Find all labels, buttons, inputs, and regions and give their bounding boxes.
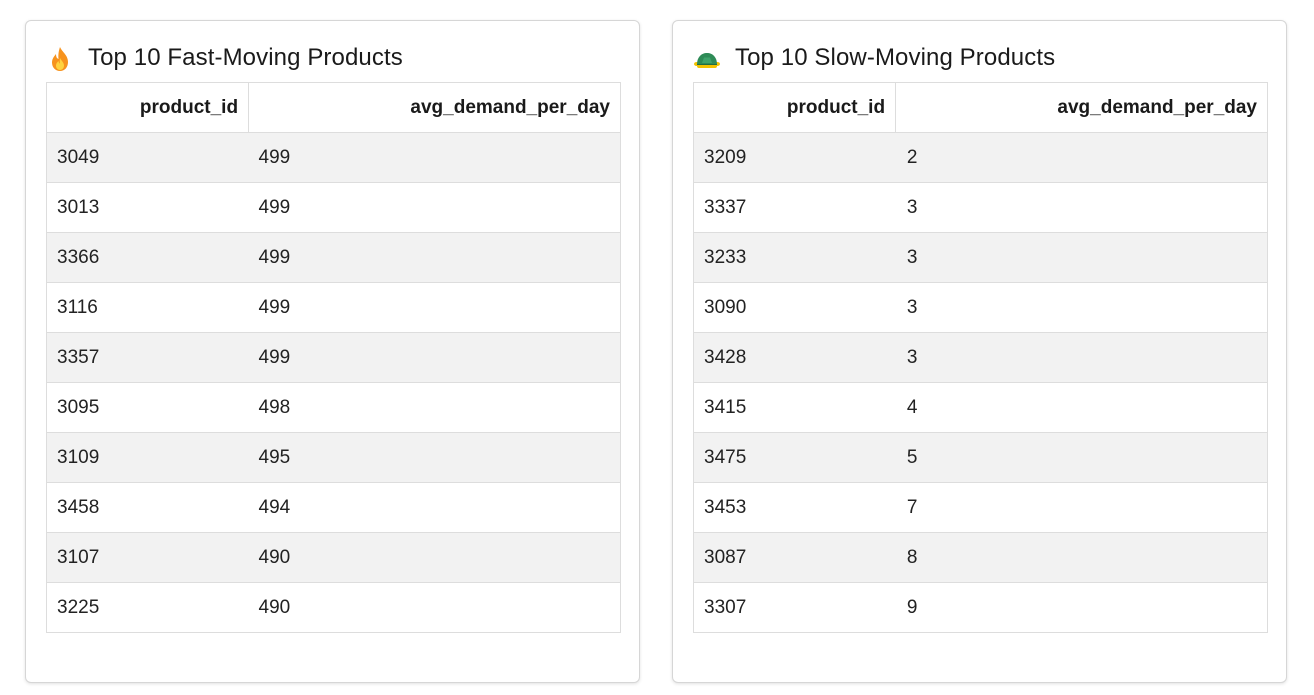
product-id-cell: 3107 <box>46 532 249 583</box>
table-header-row: product_id avg_demand_per_day <box>693 82 1268 133</box>
table-row: 3357 499 <box>46 332 621 383</box>
table-row: 3415 4 <box>693 382 1268 433</box>
column-header-product-id[interactable]: product_id <box>46 82 249 133</box>
avg-demand-value: 2 <box>906 146 918 168</box>
avg-demand-cell: 499 <box>248 282 621 333</box>
avg-demand-value: 3 <box>906 346 918 368</box>
table-row: 3337 3 <box>693 182 1268 233</box>
table-row: 3475 5 <box>693 432 1268 483</box>
product-id-cell: 3090 <box>693 282 896 333</box>
fast-moving-title-text: Top 10 Fast-Moving Products <box>88 44 403 71</box>
avg-demand-cell: 498 <box>248 382 621 433</box>
column-header-product-id[interactable]: product_id <box>693 82 896 133</box>
product-id-cell: 3233 <box>693 232 896 283</box>
avg-demand-cell: 2 <box>895 132 1268 183</box>
avg-demand-cell: 4 <box>895 382 1268 433</box>
product-id-cell: 3337 <box>693 182 896 233</box>
avg-demand-cell: 3 <box>895 282 1268 333</box>
table-row: 3013 499 <box>46 182 621 233</box>
table-row: 3307 9 <box>693 582 1268 633</box>
slow-moving-table: product_id avg_demand_per_day 3209 2 333… <box>693 82 1268 633</box>
avg-demand-cell: 3 <box>895 332 1268 383</box>
product-id-cell: 3475 <box>693 432 896 483</box>
avg-demand-cell: 9 <box>895 582 1268 633</box>
table-row: 3107 490 <box>46 532 621 583</box>
avg-demand-cell: 499 <box>248 182 621 233</box>
table-row: 3233 3 <box>693 232 1268 283</box>
table-row: 3090 3 <box>693 282 1268 333</box>
product-id-cell: 3225 <box>46 582 249 633</box>
fire-icon <box>46 45 74 73</box>
fast-moving-table: product_id avg_demand_per_day 3049 499 3… <box>46 82 621 633</box>
column-header-avg-demand[interactable]: avg_demand_per_day <box>248 82 621 133</box>
table-row: 3366 499 <box>46 232 621 283</box>
table-row: 3087 8 <box>693 532 1268 583</box>
product-id-cell: 3209 <box>693 132 896 183</box>
product-id-cell: 3458 <box>46 482 249 533</box>
table-row: 3225 490 <box>46 582 621 633</box>
product-id-cell: 3013 <box>46 182 249 233</box>
product-id-cell: 3109 <box>46 432 249 483</box>
slow-moving-title: Top 10 Slow-Moving Products <box>693 42 1055 74</box>
turtle-icon <box>693 45 721 73</box>
avg-demand-cell: 499 <box>248 232 621 283</box>
avg-demand-value: 7 <box>906 496 918 518</box>
avg-demand-cell: 495 <box>248 432 621 483</box>
avg-demand-value: 4 <box>906 396 918 418</box>
avg-demand-value: 3 <box>906 296 918 318</box>
avg-demand-cell: 3 <box>895 232 1268 283</box>
avg-demand-cell: 490 <box>248 582 621 633</box>
table-row: 3116 499 <box>46 282 621 333</box>
avg-demand-cell: 3 <box>895 182 1268 233</box>
avg-demand-cell: 8 <box>895 532 1268 583</box>
avg-demand-cell: 499 <box>248 332 621 383</box>
product-id-cell: 3049 <box>46 132 249 183</box>
product-id-cell: 3415 <box>693 382 896 433</box>
product-id-cell: 3366 <box>46 232 249 283</box>
slow-moving-card: Top 10 Slow-Moving Products product_id a… <box>672 20 1287 683</box>
table-row: 3453 7 <box>693 482 1268 533</box>
product-id-cell: 3453 <box>693 482 896 533</box>
table-row: 3458 494 <box>46 482 621 533</box>
avg-demand-cell: 5 <box>895 432 1268 483</box>
table-row: 3209 2 <box>693 132 1268 183</box>
slow-moving-title-text: Top 10 Slow-Moving Products <box>735 44 1056 71</box>
product-id-cell: 3428 <box>693 332 896 383</box>
avg-demand-value: 5 <box>906 446 918 468</box>
avg-demand-value: 3 <box>906 196 918 218</box>
avg-demand-cell: 7 <box>895 482 1268 533</box>
avg-demand-value: 8 <box>906 546 918 568</box>
product-id-cell: 3087 <box>693 532 896 583</box>
product-id-cell: 3116 <box>46 282 249 333</box>
column-header-avg-demand[interactable]: avg_demand_per_day <box>895 82 1268 133</box>
product-id-cell: 3357 <box>46 332 249 383</box>
avg-demand-cell: 490 <box>248 532 621 583</box>
avg-demand-cell: 494 <box>248 482 621 533</box>
table-header-row: product_id avg_demand_per_day <box>46 82 621 133</box>
avg-demand-value: 9 <box>906 596 918 618</box>
product-id-cell: 3095 <box>46 382 249 433</box>
avg-demand-cell: 499 <box>248 132 621 183</box>
table-row: 3428 3 <box>693 332 1268 383</box>
avg-demand-value: 3 <box>906 246 918 268</box>
table-row: 3049 499 <box>46 132 621 183</box>
fast-moving-title: Top 10 Fast-Moving Products <box>46 42 403 74</box>
table-row: 3109 495 <box>46 432 621 483</box>
product-id-cell: 3307 <box>693 582 896 633</box>
fast-moving-card: Top 10 Fast-Moving Products product_id a… <box>25 20 640 683</box>
table-row: 3095 498 <box>46 382 621 433</box>
